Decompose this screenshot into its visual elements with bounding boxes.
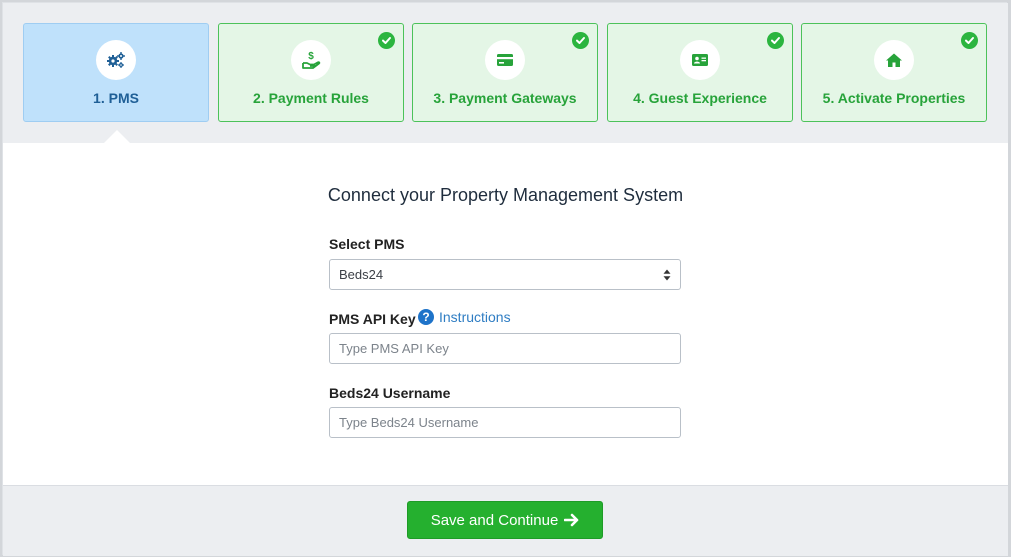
save-and-continue-button[interactable]: Save and Continue (407, 501, 603, 539)
select-pms-label: Select PMS (329, 236, 405, 252)
step-label: 1. PMS (93, 90, 139, 106)
step-guest-experience[interactable]: 4. Guest Experience (607, 23, 793, 122)
svg-text:$: $ (308, 51, 314, 62)
step-payment-gateways[interactable]: 3. Payment Gateways (412, 23, 598, 122)
step-label: 4. Guest Experience (633, 90, 767, 106)
step-label: 3. Payment Gateways (433, 90, 577, 106)
api-key-input[interactable] (329, 333, 681, 364)
sort-arrows-icon (663, 269, 671, 280)
api-key-label: PMS API Key (329, 311, 416, 327)
step-activate-properties[interactable]: 5. Activate Properties (801, 23, 987, 122)
pms-form-panel: Connect your Property Management System … (3, 143, 1008, 485)
question-circle-icon: ? (418, 309, 434, 325)
hand-dollar-icon: $ (302, 51, 321, 69)
id-card-icon (692, 54, 708, 66)
step-label: 5. Activate Properties (822, 90, 966, 106)
username-label: Beds24 Username (329, 385, 451, 401)
pms-select[interactable]: Beds24 (329, 259, 681, 290)
page-title: Connect your Property Management System (327, 185, 684, 205)
step-pms[interactable]: 1. PMS (23, 23, 209, 122)
check-icon (961, 32, 978, 49)
home-icon (886, 53, 902, 67)
instructions-link[interactable]: ? Instructions (418, 309, 511, 325)
instructions-link-text: Instructions (439, 309, 511, 325)
step-payment-rules[interactable]: $ 2. Payment Rules (218, 23, 404, 122)
step-icon-circle (874, 40, 914, 80)
active-step-pointer (104, 130, 130, 143)
check-icon (378, 32, 395, 49)
footer-bar: Save and Continue (3, 485, 1008, 556)
step-label: 2. Payment Rules (253, 90, 369, 106)
step-icon-circle: $ (291, 40, 331, 80)
stepper: 1. PMS $ 2. Payment Rules 3. Payment Gat… (3, 3, 1008, 143)
username-input[interactable] (329, 407, 681, 438)
gears-icon (107, 52, 125, 68)
arrow-right-icon (564, 513, 579, 527)
step-icon-circle (485, 40, 525, 80)
credit-card-icon (497, 54, 513, 66)
wizard-frame: 1. PMS $ 2. Payment Rules 3. Payment Gat… (2, 2, 1008, 556)
check-icon (767, 32, 784, 49)
check-icon (572, 32, 589, 49)
step-icon-circle (96, 40, 136, 80)
step-icon-circle (680, 40, 720, 80)
save-button-label: Save and Continue (430, 511, 559, 529)
pms-select-value: Beds24 (339, 267, 384, 282)
